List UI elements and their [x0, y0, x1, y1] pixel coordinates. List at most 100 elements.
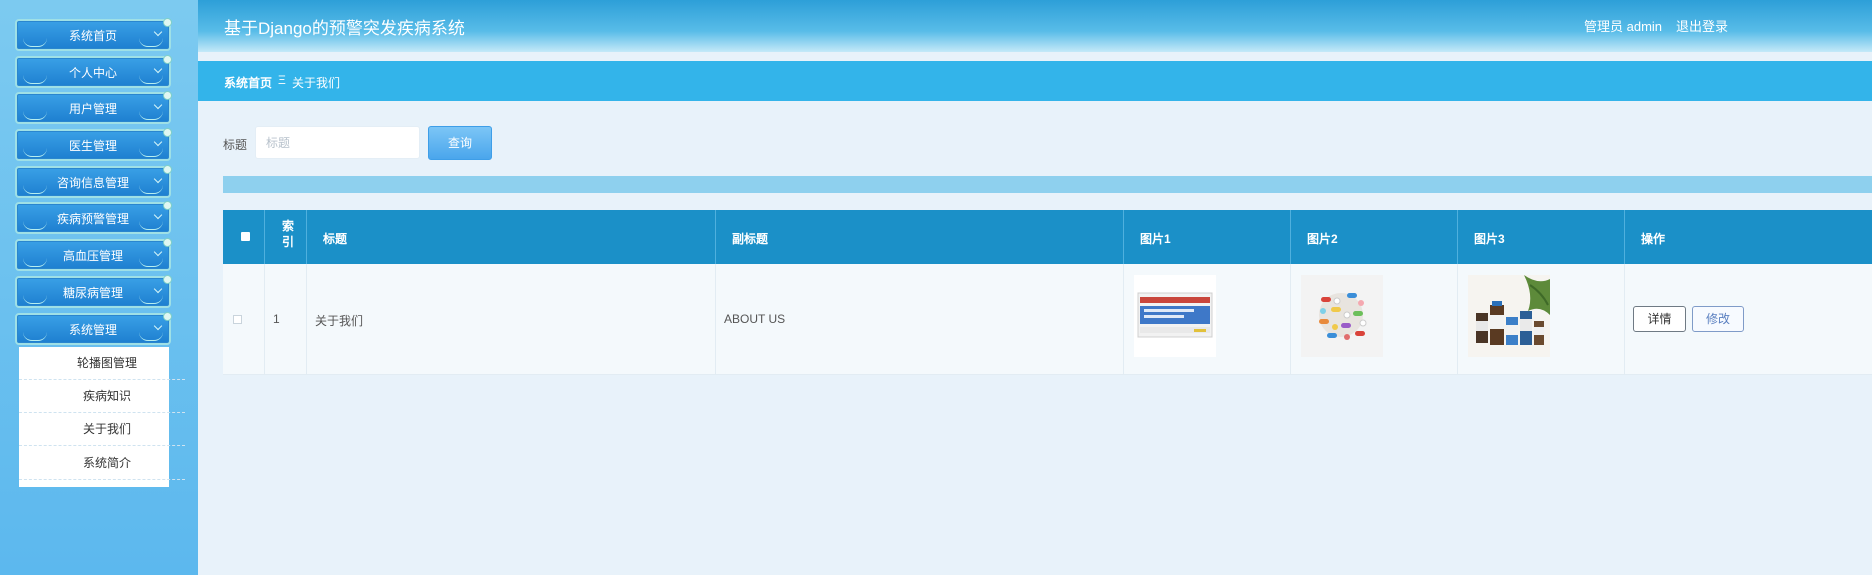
menu-item-user-management[interactable]: 用户管理: [15, 91, 172, 124]
ornament-icon: [23, 332, 47, 341]
menu-item-diabetes[interactable]: 糖尿病管理: [15, 275, 172, 308]
column-header-pic3: 图片3: [1458, 210, 1625, 264]
submenu-item-disease-knowledge[interactable]: 疾病知识: [19, 380, 185, 413]
ornament-icon: [139, 295, 163, 304]
cell-text: 1: [273, 312, 280, 326]
select-all-checkbox[interactable]: [241, 232, 250, 241]
submenu-item-carousel[interactable]: 轮播图管理: [19, 347, 185, 380]
column-header-label: 标题: [323, 232, 348, 246]
dot-icon: [163, 312, 172, 321]
header: 基于Django的预警突发疾病系统 管理员 admin 退出登录: [198, 0, 1872, 52]
ornament-icon: [23, 75, 47, 84]
ornament-icon: [139, 332, 163, 341]
cell-index: 1: [265, 264, 307, 374]
current-user: 管理员 admin: [1584, 19, 1663, 34]
chevron-down-icon: [153, 210, 163, 220]
chevron-down-icon: [153, 284, 163, 294]
dot-icon: [163, 91, 172, 100]
menu-item-consultation-management[interactable]: 咨询信息管理: [15, 165, 172, 198]
dot-icon: [163, 275, 172, 284]
app-title: 基于Django的预警突发疾病系统: [224, 19, 465, 38]
breadcrumb-home[interactable]: 系统首页: [224, 74, 272, 91]
search-label: 标题: [223, 138, 248, 152]
divider: [19, 479, 185, 480]
row-checkbox[interactable]: [233, 315, 242, 324]
menu-item-label: 疾病预警管理: [56, 212, 129, 226]
ornament-icon: [23, 221, 47, 230]
dot-icon: [163, 238, 172, 247]
row-select-cell: [223, 264, 265, 374]
menu-item-label: 医生管理: [68, 139, 117, 153]
title-search-input[interactable]: [255, 126, 420, 159]
pills-thumbnail: [1301, 275, 1383, 357]
submenu-item-about-us[interactable]: 关于我们: [19, 413, 185, 446]
menu-item-label: 系统首页: [68, 29, 117, 43]
chevron-down-icon: [153, 247, 163, 257]
ornament-icon: [23, 148, 47, 157]
chevron-down-icon: [153, 321, 163, 331]
column-header-label: 图片1: [1140, 232, 1171, 246]
column-header-subtitle: 副标题: [716, 210, 1124, 264]
column-header-title: 标题: [307, 210, 716, 264]
cell-title: 关于我们: [307, 264, 716, 374]
submenu-item-label: 关于我们: [83, 422, 132, 436]
search-button[interactable]: 查询: [428, 126, 492, 160]
breadcrumb-current: 关于我们: [292, 76, 341, 90]
chevron-down-icon: [153, 137, 163, 147]
cell-pic2: [1291, 264, 1458, 374]
column-header-label: 索引: [281, 219, 294, 249]
column-header-label: 操作: [1641, 232, 1666, 246]
submenu-item-label: 系统简介: [83, 456, 132, 470]
menu-item-system-management[interactable]: 系统管理: [15, 312, 172, 345]
table-header: 索引 标题 副标题 图片1 图片2 图片3 操作: [223, 210, 1872, 264]
menu-item-label: 咨询信息管理: [56, 176, 129, 190]
menu-item-disease-warning[interactable]: 疾病预警管理: [15, 201, 172, 234]
ornament-icon: [139, 75, 163, 84]
detail-button[interactable]: 详情: [1633, 306, 1686, 332]
menu-item-hypertension[interactable]: 高血压管理: [15, 238, 172, 271]
column-header-index: 索引: [265, 210, 307, 264]
column-header-label: 图片3: [1474, 232, 1505, 246]
menu-item-label: 系统管理: [68, 323, 117, 337]
dot-icon: [163, 55, 172, 64]
ornament-icon: [139, 148, 163, 157]
menu-item-doctor-management[interactable]: 医生管理: [15, 128, 172, 161]
logout-link[interactable]: 退出登录: [1676, 16, 1728, 35]
data-table: 索引 标题 副标题 图片1 图片2 图片3 操作 1 关于我们 ABOUT US…: [223, 210, 1872, 375]
cell-actions: 详情 修改: [1625, 264, 1872, 374]
submenu-system-management: 轮播图管理 疾病知识 关于我们 系统简介: [19, 347, 185, 487]
menu-item-home[interactable]: 系统首页: [15, 18, 172, 51]
table-row: 1 关于我们 ABOUT US 详情 修改: [223, 264, 1872, 375]
chevron-down-icon: [153, 27, 163, 37]
action-bar: [223, 176, 1872, 193]
column-header-pic1: 图片1: [1124, 210, 1291, 264]
medicine-box-thumbnail: [1134, 275, 1216, 357]
column-header-pic2: 图片2: [1291, 210, 1458, 264]
cell-subtitle: ABOUT US: [716, 264, 1124, 374]
chevron-down-icon: [153, 100, 163, 110]
ornament-icon: [139, 111, 163, 120]
breadcrumb: 系统首页 Ξ 关于我们: [198, 61, 1872, 101]
ornament-icon: [23, 111, 47, 120]
ornament-icon: [139, 221, 163, 230]
dot-icon: [163, 18, 172, 27]
cell-text: 关于我们: [315, 314, 364, 328]
submenu-item-label: 轮播图管理: [77, 356, 138, 370]
column-header-actions: 操作: [1625, 210, 1872, 264]
dot-icon: [163, 128, 172, 137]
sidebar: 系统首页 个人中心 用户管理 医生管理 咨询信息管理 疾病预警管理 高血压管理 …: [0, 0, 198, 575]
edit-button[interactable]: 修改: [1692, 306, 1744, 332]
menu-item-label: 糖尿病管理: [62, 286, 123, 300]
menu-item-personal-center[interactable]: 个人中心: [15, 55, 172, 88]
ornament-icon: [23, 185, 47, 194]
ornament-icon: [139, 185, 163, 194]
menu-item-label: 用户管理: [68, 102, 117, 116]
ornament-icon: [139, 258, 163, 267]
ornament-icon: [139, 38, 163, 47]
ornament-icon: [23, 295, 47, 304]
cell-pic1: [1124, 264, 1291, 374]
chevron-down-icon: [153, 64, 163, 74]
submenu-item-system-intro[interactable]: 系统简介: [19, 447, 185, 480]
chevron-down-icon: [153, 174, 163, 184]
ornament-icon: [23, 38, 47, 47]
